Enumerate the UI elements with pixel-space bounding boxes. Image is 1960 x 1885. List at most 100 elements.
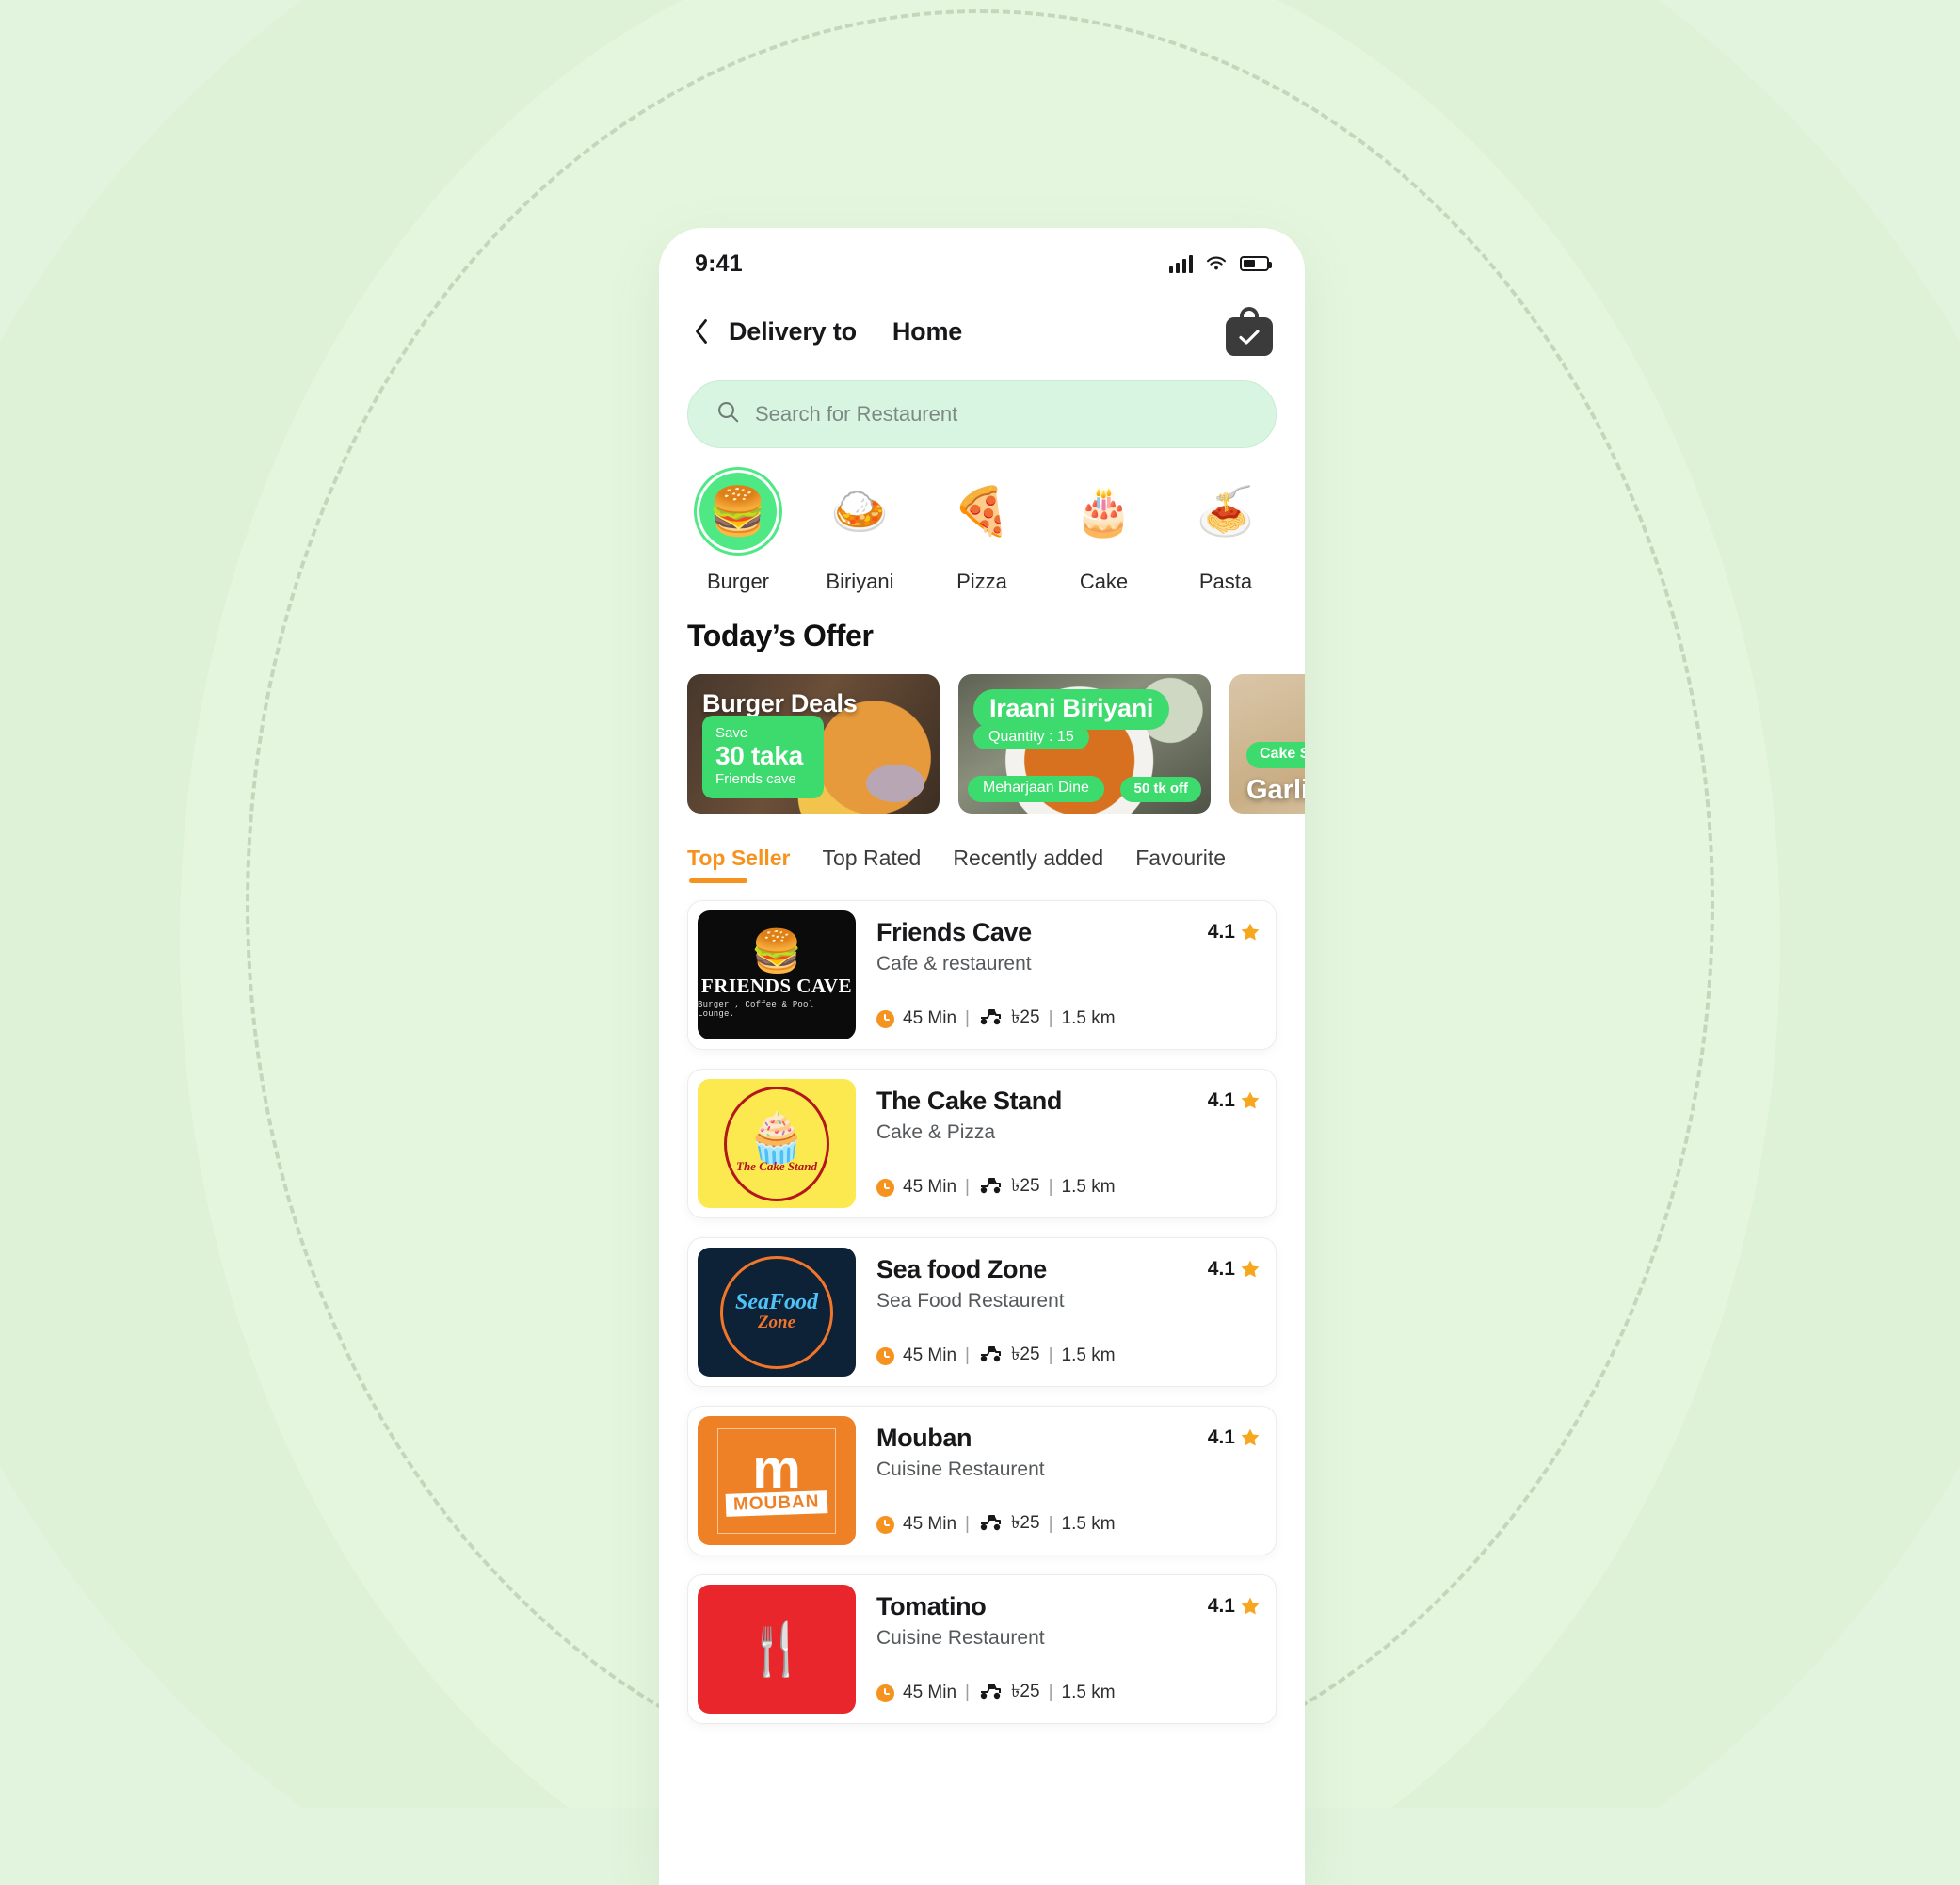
rating-badge: 4.1 xyxy=(1208,918,1261,943)
rating-value: 4.1 xyxy=(1207,1089,1235,1111)
logo-text-secondary: Zone xyxy=(757,1313,796,1333)
phone-mockup: 9:41 Delivery to Home Search for Restaur… xyxy=(659,228,1305,1885)
pasta-icon: 🍝 xyxy=(1196,485,1256,538)
restaurant-logo: 🧁 The Cake Stand xyxy=(698,1079,856,1208)
logo-ring: 🧁 The Cake Stand xyxy=(724,1086,829,1201)
status-icons xyxy=(1169,254,1272,273)
restaurant-meta: 45 Min | ৳25 | 1.5 km xyxy=(876,1341,1261,1371)
restaurant-name: Mouban xyxy=(876,1424,972,1452)
meta-separator: | xyxy=(1048,1345,1053,1365)
delivery-fee: ৳25 xyxy=(1010,1513,1040,1533)
restaurant-card[interactable]: 🍴 Tomatino 4.1 Cuisine Restaurent 45 Min… xyxy=(687,1574,1277,1724)
pizza-icon: 🍕 xyxy=(952,485,1012,538)
category-item-burger[interactable]: 🍔 Burger xyxy=(683,473,793,594)
delivery-address-value[interactable]: Home xyxy=(892,317,962,346)
restaurant-card[interactable]: 🍔 FRIENDS CAVE Burger , Coffee & Pool Lo… xyxy=(687,900,1277,1050)
offer-card-iraani-biriyani[interactable]: Iraani Biriyani Quantity : 15 Meharjaan … xyxy=(958,674,1211,814)
star-icon xyxy=(1240,1090,1261,1111)
distance: 1.5 km xyxy=(1061,1345,1116,1365)
todays-offer-title: Today’s Offer xyxy=(687,619,874,652)
meta-separator: | xyxy=(1048,1514,1053,1534)
cake-icon: 🎂 xyxy=(1074,485,1133,538)
shopping-bag-button[interactable] xyxy=(1226,307,1273,356)
offer-save-badge: Save 30 taka Friends cave xyxy=(702,715,824,798)
category-item-cake[interactable]: 🎂 Cake xyxy=(1050,473,1159,594)
restaurant-card[interactable]: m MOUBAN Mouban 4.1 Cuisine Restaurent 4… xyxy=(687,1406,1277,1555)
logo-ring: SeaFood Zone xyxy=(720,1255,833,1369)
search-icon xyxy=(716,400,740,428)
clock-icon xyxy=(876,1515,894,1534)
search-input[interactable]: Search for Restaurent xyxy=(687,380,1277,448)
logo-frame: m MOUBAN xyxy=(717,1427,836,1534)
delivery-fee: ৳25 xyxy=(1010,1345,1040,1364)
search-placeholder: Search for Restaurent xyxy=(755,402,958,426)
restaurant-logo: 🍴 xyxy=(698,1585,856,1714)
clock-icon xyxy=(876,1009,894,1028)
category-list: 🍔 Burger 🍛 Biriyani 🍕 Pizza 🎂 Cake 🍝 Pas… xyxy=(659,448,1305,594)
burger-coffee-icon: 🍔 xyxy=(750,928,803,975)
battery-icon xyxy=(1240,256,1272,271)
rating-value: 4.1 xyxy=(1207,1258,1235,1280)
delivery-time: 45 Min xyxy=(903,1514,957,1534)
restaurant-logo: SeaFood Zone xyxy=(698,1248,856,1377)
restaurant-meta: 45 Min | ৳25 | 1.5 km xyxy=(876,1004,1261,1034)
delivery-time: 45 Min xyxy=(903,1683,957,1702)
restaurant-card[interactable]: 🧁 The Cake Stand The Cake Stand 4.1 Cake… xyxy=(687,1069,1277,1218)
restaurant-info: Tomatino 4.1 Cuisine Restaurent 45 Min |… xyxy=(876,1585,1266,1714)
category-item-pasta[interactable]: 🍝 Pasta xyxy=(1171,473,1280,594)
logo-text: m xyxy=(752,1438,801,1500)
logo-text: SeaFood xyxy=(734,1290,818,1315)
meta-separator: | xyxy=(965,1345,970,1365)
offer-title: Burger Deals xyxy=(702,689,858,717)
category-item-pizza[interactable]: 🍕 Pizza xyxy=(927,473,1036,594)
restaurant-subtitle: Cuisine Restaurent xyxy=(876,1458,1045,1480)
star-icon xyxy=(1240,1596,1261,1617)
meta-separator: | xyxy=(965,1514,970,1534)
rating-value: 4.1 xyxy=(1207,921,1235,942)
category-label: Burger xyxy=(706,570,770,593)
restaurant-title-row: Mouban 4.1 xyxy=(876,1424,1261,1453)
rating-badge: 4.1 xyxy=(1208,1424,1261,1449)
cupcake-icon: 🧁 xyxy=(746,1110,808,1166)
delivery-fee: ৳25 xyxy=(1010,1682,1040,1701)
restaurant-meta: 45 Min | ৳25 | 1.5 km xyxy=(876,1172,1261,1202)
restaurant-info: Sea food Zone 4.1 Sea Food Restaurent 45… xyxy=(876,1248,1266,1377)
distance: 1.5 km xyxy=(1061,1008,1116,1028)
restaurant-info: Mouban 4.1 Cuisine Restaurent 45 Min | ৳… xyxy=(876,1416,1266,1545)
category-label: Pasta xyxy=(1198,570,1253,593)
save-label: Save xyxy=(715,724,748,741)
restaurant-title-row: Friends Cave 4.1 xyxy=(876,918,1261,947)
meta-separator: | xyxy=(965,1177,970,1197)
tab-recently-added[interactable]: Recently added xyxy=(953,846,1103,887)
cutlery-icon: 🍴 xyxy=(745,1620,809,1678)
restaurant-list: 🍔 FRIENDS CAVE Burger , Coffee & Pool Lo… xyxy=(659,887,1305,1724)
burger-icon: 🍔 xyxy=(699,473,777,550)
biriyani-icon: 🍛 xyxy=(830,485,890,538)
star-icon xyxy=(1240,1259,1261,1280)
clock-icon xyxy=(876,1684,894,1702)
tab-top-rated[interactable]: Top Rated xyxy=(823,846,922,887)
rating-value: 4.1 xyxy=(1207,1595,1235,1617)
restaurant-meta: 45 Min | ৳25 | 1.5 km xyxy=(876,1678,1261,1708)
save-vendor: Friends cave xyxy=(715,771,796,787)
check-icon xyxy=(1238,329,1261,346)
delivery-time: 45 Min xyxy=(903,1345,957,1365)
offer-carousel[interactable]: Burger Deals Quantity : 30pcs Save 30 ta… xyxy=(659,653,1305,814)
offer-quantity: Quantity : 15 xyxy=(973,725,1089,749)
bag-body-icon xyxy=(1226,317,1273,356)
offer-card-garlic[interactable]: Cake Stand Garlic C xyxy=(1229,674,1305,814)
scooter-icon xyxy=(978,1176,1003,1200)
category-label: Cake xyxy=(1079,570,1129,593)
category-item-biriyani[interactable]: 🍛 Biriyani xyxy=(806,473,915,594)
tab-top-seller[interactable]: Top Seller xyxy=(687,846,791,887)
tab-favourite[interactable]: Favourite xyxy=(1135,846,1226,887)
clock-icon xyxy=(876,1178,894,1197)
save-amount: 30 taka xyxy=(715,740,803,770)
back-button[interactable] xyxy=(687,314,715,348)
distance: 1.5 km xyxy=(1061,1514,1116,1534)
restaurant-card[interactable]: SeaFood Zone Sea food Zone 4.1 Sea Food … xyxy=(687,1237,1277,1387)
offer-card-burger-deals[interactable]: Burger Deals Quantity : 30pcs Save 30 ta… xyxy=(687,674,940,814)
filter-tabs: Top Seller Top Rated Recently added Favo… xyxy=(659,814,1305,887)
restaurant-title-row: The Cake Stand 4.1 xyxy=(876,1087,1261,1116)
restaurant-logo: m MOUBAN xyxy=(698,1416,856,1545)
